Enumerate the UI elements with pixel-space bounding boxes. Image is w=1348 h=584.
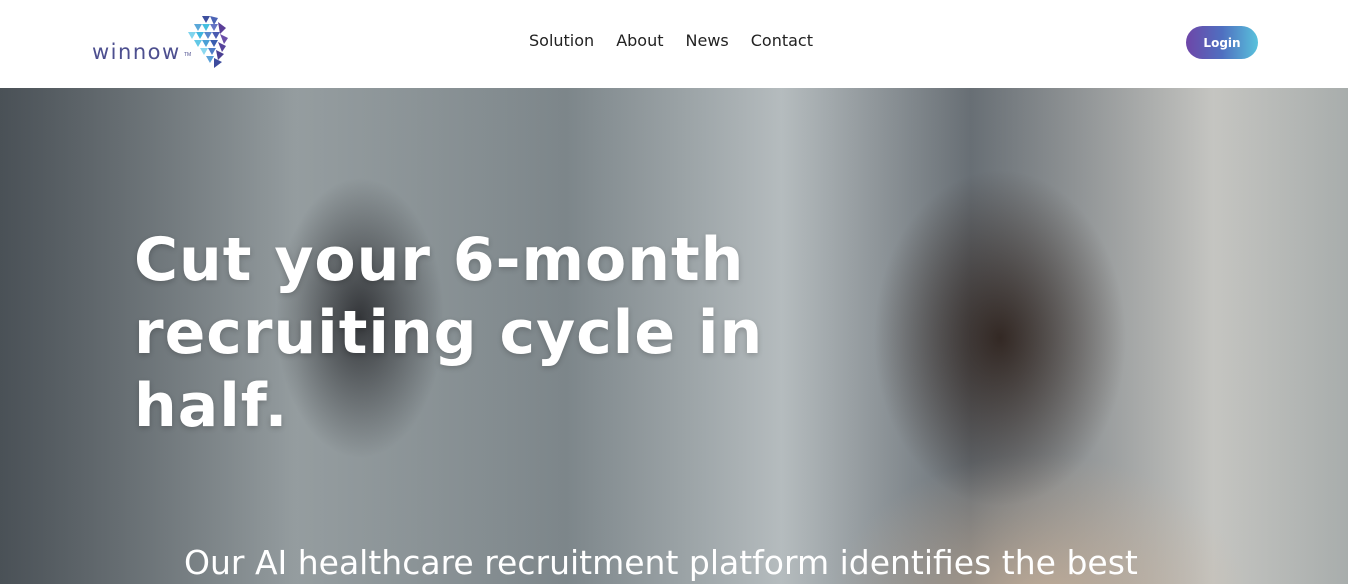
winnow-face-icon: [188, 16, 228, 68]
site-header: winnow TM Solution About News Contact Lo…: [0, 0, 1348, 88]
hero-banner: Cut your 6-month recruiting cycle in hal…: [0, 88, 1348, 584]
hero-subtext: Our AI healthcare recruitment platform i…: [184, 543, 1138, 582]
main-nav: Solution About News Contact: [529, 31, 835, 50]
nav-contact[interactable]: Contact: [751, 31, 813, 50]
nav-solution[interactable]: Solution: [529, 31, 594, 50]
winnow-logo[interactable]: winnow TM: [92, 16, 242, 72]
hero-headline: Cut your 6-month recruiting cycle in hal…: [134, 225, 764, 441]
nav-about[interactable]: About: [616, 31, 663, 50]
nav-news[interactable]: News: [686, 31, 729, 50]
login-button[interactable]: Login: [1186, 26, 1258, 59]
logo-wordmark: winnow: [92, 40, 181, 64]
